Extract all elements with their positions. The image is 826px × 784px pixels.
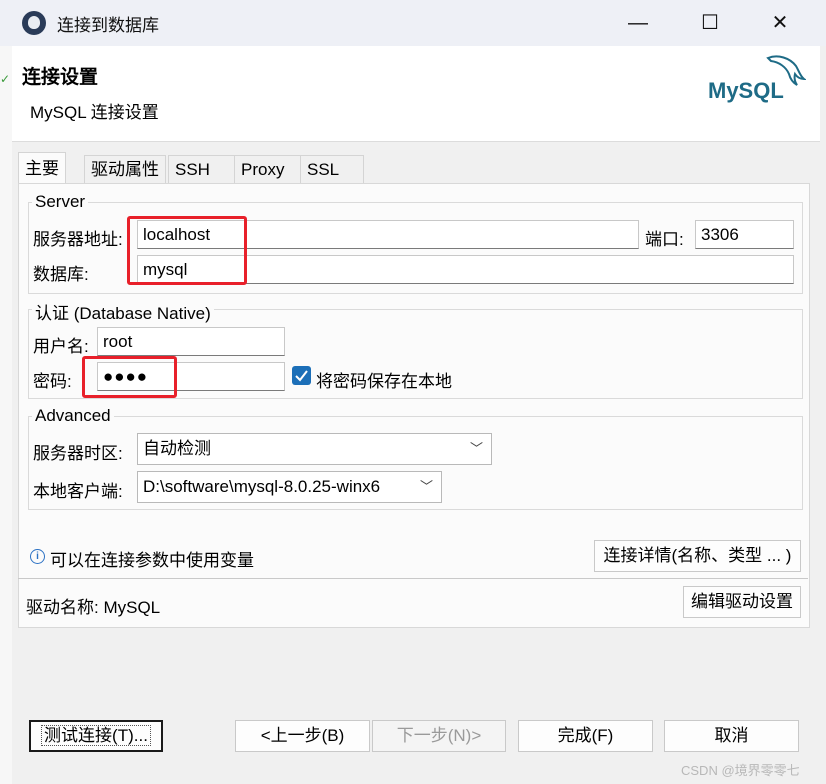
close-icon: ✕ xyxy=(771,12,789,34)
username-input[interactable]: root xyxy=(97,327,285,356)
tab-label: SSH xyxy=(175,160,210,179)
driver-name-label: 驱动名称: MySQL xyxy=(26,598,161,617)
password-label: 密码: xyxy=(33,372,72,391)
window-title: 连接到数据库 xyxy=(57,16,159,35)
tab-label: 主要 xyxy=(25,159,59,178)
maximize-button[interactable]: ☐ xyxy=(690,8,730,38)
tab-ssl[interactable]: SSL xyxy=(300,155,364,184)
tab-label: SSL xyxy=(307,160,340,179)
mysql-dolphin-icon: MySQL xyxy=(708,55,807,103)
port-label: 端口: xyxy=(645,230,684,249)
finish-button[interactable]: 完成(F) xyxy=(518,720,653,752)
timezone-label: 服务器时区: xyxy=(33,444,123,463)
timezone-value: 自动检测 xyxy=(143,439,211,458)
client-value: D:\software\mysql-8.0.25-winx6 xyxy=(143,477,381,496)
page-title: 连接设置 xyxy=(22,67,99,88)
server-group-title: Server xyxy=(32,192,89,212)
tab-label: Proxy xyxy=(241,160,285,179)
test-connection-button[interactable]: 测试连接(T)... xyxy=(29,720,163,752)
dialog-header xyxy=(12,46,820,142)
edit-driver-settings-button[interactable]: 编辑驱动设置 xyxy=(683,586,801,618)
client-select[interactable]: D:\software\mysql-8.0.25-winx6 ﹀ xyxy=(137,471,442,503)
host-label: 服务器地址: xyxy=(33,230,123,249)
maximize-icon: ☐ xyxy=(701,12,719,34)
save-password-label[interactable]: 将密码保存在本地 xyxy=(316,367,452,392)
tab-ssh[interactable]: SSH xyxy=(168,155,237,184)
chevron-down-icon: ﹀ xyxy=(469,441,483,456)
client-label: 本地客户端: xyxy=(33,482,123,501)
info-icon: i xyxy=(30,549,45,564)
page-subtitle: MySQL 连接设置 xyxy=(30,103,159,122)
highlight-box-password xyxy=(82,356,177,398)
tab-label: 驱动属性 xyxy=(91,160,159,179)
port-input[interactable]: 3306 xyxy=(695,220,794,249)
divider xyxy=(18,578,808,579)
watermark: CSDN @境界零零七 xyxy=(681,763,800,778)
save-password-checkbox[interactable] xyxy=(292,366,311,385)
minimize-icon: — xyxy=(628,12,648,34)
advanced-group-title: Advanced xyxy=(32,406,114,426)
highlight-box-server xyxy=(127,216,247,285)
timezone-select[interactable]: 自动检测 ﹀ xyxy=(137,433,492,465)
cancel-button[interactable]: 取消 xyxy=(664,720,799,752)
close-button[interactable]: ✕ xyxy=(760,8,800,38)
logo-text: MySQL xyxy=(708,78,784,103)
username-label: 用户名: xyxy=(33,337,89,356)
database-label: 数据库: xyxy=(33,265,89,284)
background-window-strip xyxy=(0,46,12,784)
connection-details-button[interactable]: 连接详情(名称、类型 ... ) xyxy=(594,540,801,572)
back-button[interactable]: <上一步(B) xyxy=(235,720,370,752)
tab-main[interactable]: 主要 xyxy=(18,152,66,185)
minimize-button[interactable]: — xyxy=(618,8,658,38)
next-button[interactable]: 下一步(N)> xyxy=(372,720,506,752)
auth-group-title: 认证 (Database Native) xyxy=(32,299,214,324)
checkmark-icon xyxy=(295,370,308,382)
tab-driver-properties[interactable]: 驱动属性 xyxy=(84,155,166,184)
chevron-down-icon: ﹀ xyxy=(416,472,433,502)
background-check-icon: ✓ xyxy=(0,72,11,86)
variables-info-text: 可以在连接参数中使用变量 xyxy=(50,551,254,570)
dbeaver-app-icon xyxy=(22,11,46,35)
mysql-logo: MySQL xyxy=(706,52,807,104)
test-connection-label: 测试连接(T)... xyxy=(41,725,151,746)
tab-proxy[interactable]: Proxy xyxy=(234,155,303,184)
